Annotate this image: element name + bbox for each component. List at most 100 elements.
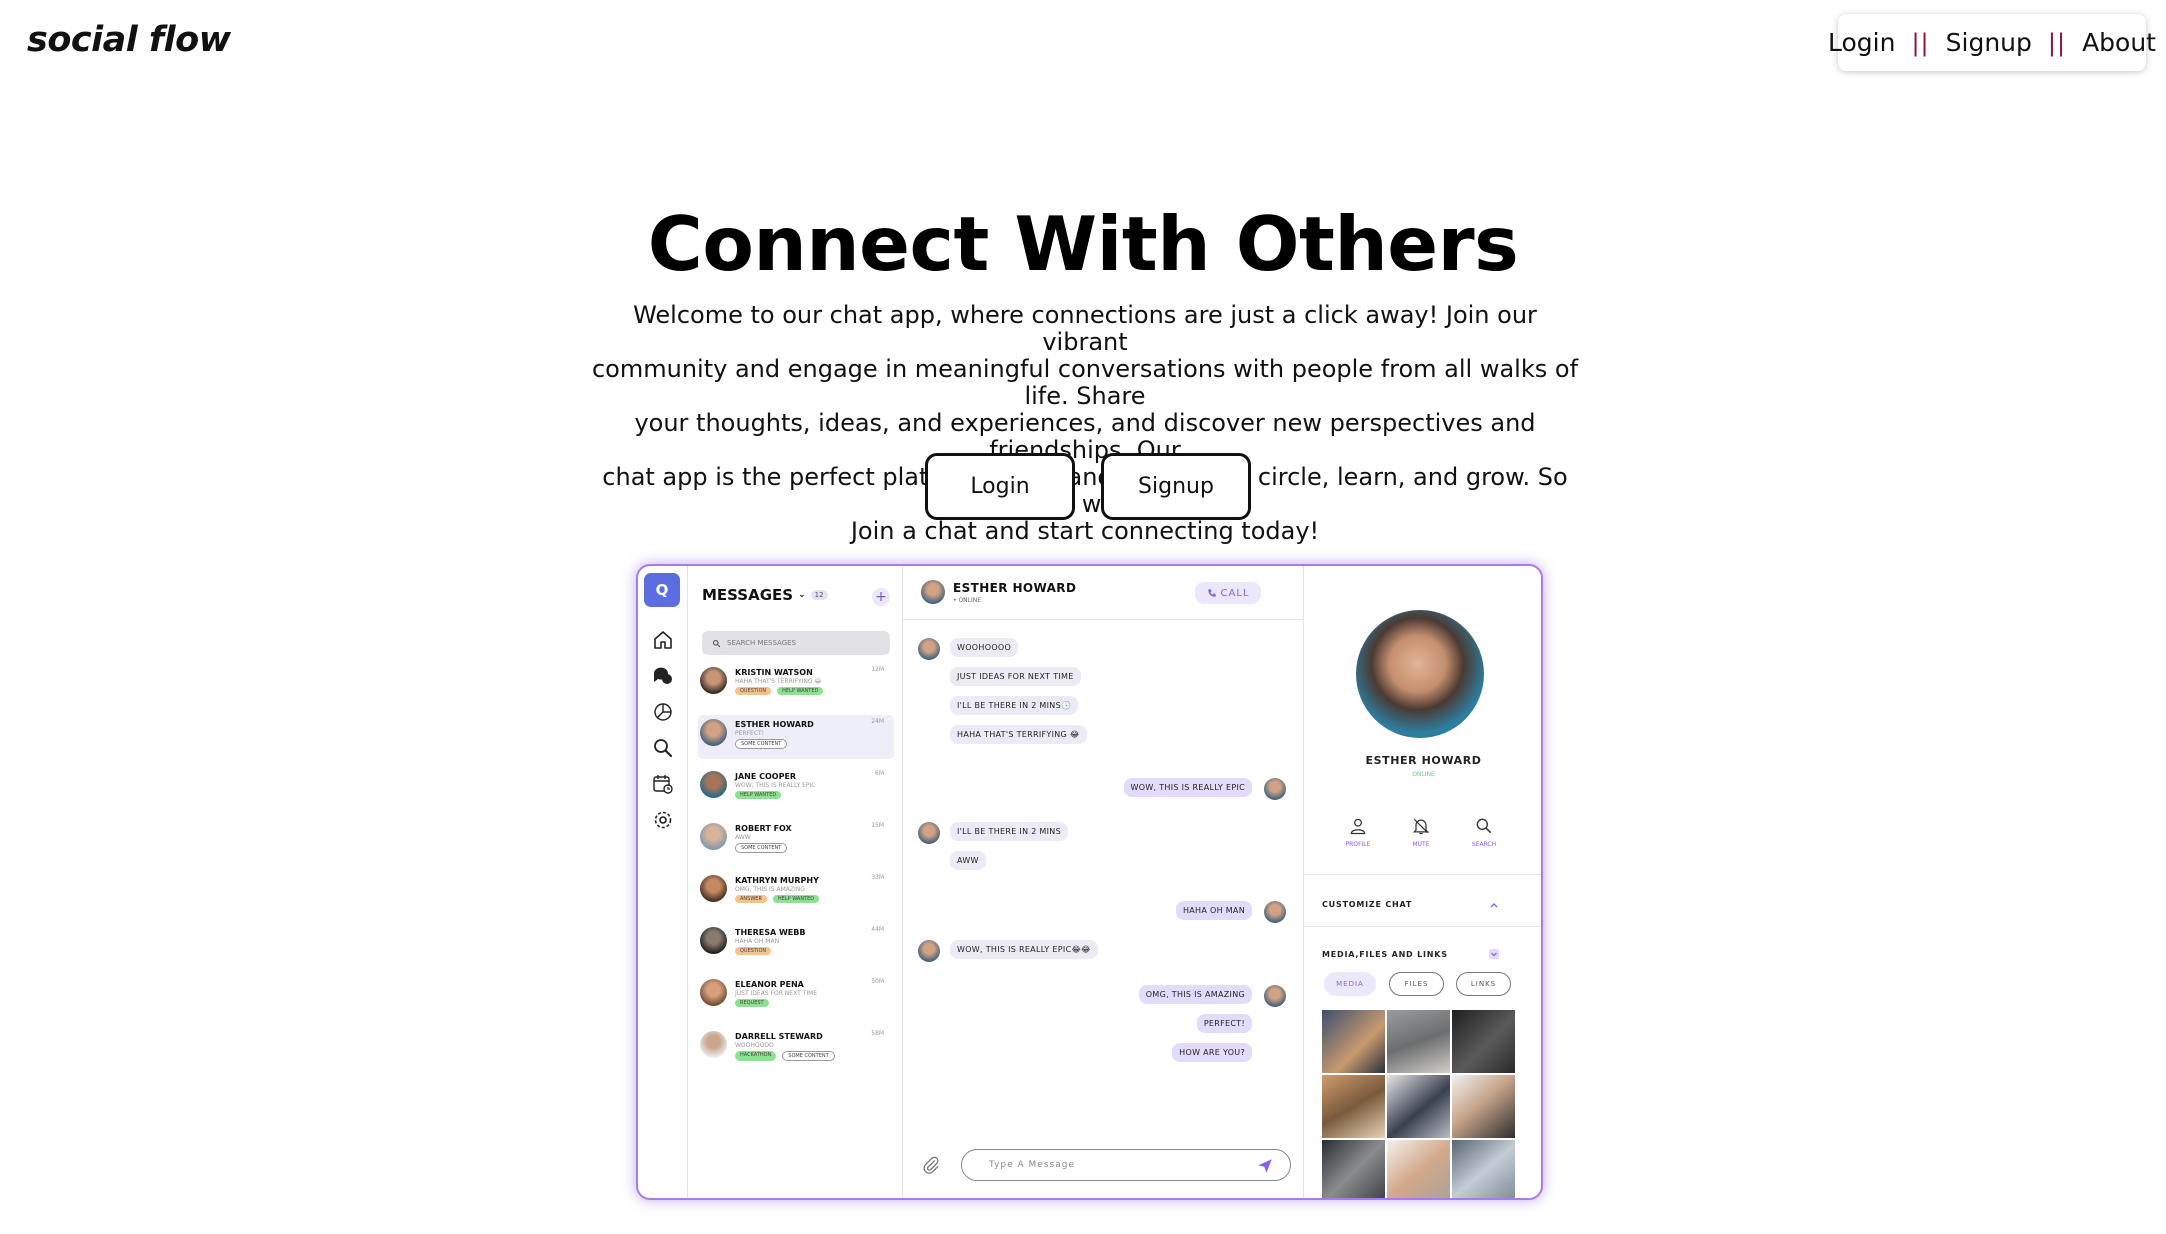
media-thumbnail <box>1452 1075 1515 1138</box>
conversation-time: 33M <box>871 874 884 881</box>
conversation-item: JANE COOPER WOW, THIS IS REALLY EPIC 6M … <box>698 767 894 811</box>
media-thumbnail <box>1387 1140 1450 1198</box>
profile-name: ESTHER HOWARD <box>1365 754 1482 767</box>
conversation-tags: SOME CONTENT <box>735 739 788 749</box>
tag: QUESTION <box>735 687 772 695</box>
conversation-item: KRISTIN WATSON HAHA THAT'S TERRIFYING 😂 … <box>698 663 894 707</box>
conversation-name: KATHRYN MURPHY <box>735 876 819 885</box>
filter-files: FILES <box>1389 972 1444 996</box>
hero-login-button[interactable]: Login <box>925 453 1075 520</box>
conversation-time: 58M <box>871 1030 884 1037</box>
nav-signup-link[interactable]: Signup <box>1946 28 2032 57</box>
media-thumbnail <box>1322 1010 1385 1073</box>
mock-profile-panel: ESTHER HOWARD ONLINE PROFILE MUTE SEARCH… <box>1304 566 1541 1198</box>
hero-description-line: community and engage in meaningful conve… <box>591 355 1579 410</box>
avatar <box>918 940 940 962</box>
conversation-tags: REQUEST <box>735 999 769 1007</box>
chevron-up-icon <box>1490 903 1498 908</box>
messages-title: MESSAGES <box>702 586 794 604</box>
avatar <box>700 927 727 954</box>
customize-chat-title: CUSTOMIZE CHAT <box>1322 900 1413 909</box>
user-icon <box>1350 818 1366 835</box>
chat-message-incoming: I'LL BE THERE IN 2 MINS <box>950 822 1068 841</box>
conversation-tags: ANSWER HELP WANTED <box>735 895 820 903</box>
hero-description: Welcome to our chat app, where connectio… <box>590 302 1580 545</box>
nav-separator: || <box>1911 28 1930 57</box>
hero-description-line: your thoughts, ideas, and experiences, a… <box>634 409 1536 464</box>
search-placeholder: SEARCH MESSAGES <box>727 639 796 647</box>
tag: QUESTION <box>735 947 772 955</box>
home-icon <box>654 631 672 649</box>
tag: REQUEST <box>735 999 769 1007</box>
mock-chat-panel: ESTHER HOWARD • ONLINE CALL WOOHOOOO JUS… <box>903 566 1304 1198</box>
conversation-item: DARRELL STEWARD WOOHOOOO 58M HACKATHON S… <box>698 1027 894 1071</box>
conversation-tags: HELP WANTED <box>735 791 782 799</box>
phone-icon <box>1207 589 1216 597</box>
conversation-preview: OMG, THIS IS AMAZING <box>735 886 805 893</box>
filter-links: LINKS <box>1456 972 1511 996</box>
conversation-tags: HACKATHON SOME CONTENT <box>735 1051 835 1061</box>
chat-message-outgoing: WOW, THIS IS REALLY EPIC <box>1123 778 1252 797</box>
filter-media: MEDIA <box>1324 972 1376 996</box>
hero-title: Connect With Others <box>647 200 1519 288</box>
avatar <box>918 822 940 844</box>
conversation-name: DARRELL STEWARD <box>735 1032 823 1041</box>
avatar <box>700 823 727 850</box>
chevron-down-icon <box>1489 949 1499 959</box>
hero-description-line: Join a chat and start connecting today! <box>850 517 1320 545</box>
conversation-tags: QUESTION <box>735 947 772 955</box>
conversation-preview: HAHA THAT'S TERRIFYING 😂 <box>735 678 822 685</box>
call-label: CALL <box>1220 587 1250 599</box>
tag: HELP WANTED <box>777 687 824 695</box>
messages-header: MESSAGES ⌄ 12 <box>702 586 828 604</box>
conversation-preview: WOOHOOOO <box>735 1042 774 1049</box>
search-icon <box>654 739 673 758</box>
avatar <box>1264 985 1286 1007</box>
hero-description-line: Welcome to our chat app, where connectio… <box>633 301 1537 356</box>
pie-chart-icon <box>654 703 672 721</box>
conversation-time: 12M <box>871 666 884 673</box>
conversation-time: 44M <box>871 926 884 933</box>
avatar <box>921 580 945 604</box>
profile-status: ONLINE <box>1412 771 1435 778</box>
search-action: SEARCH <box>1462 816 1506 848</box>
nav-login-link[interactable]: Login <box>1828 28 1895 57</box>
site-logo[interactable]: social flow <box>27 20 231 60</box>
conversation-item: KATHRYN MURPHY OMG, THIS IS AMAZING 33M … <box>698 871 894 915</box>
mock-icon-rail: Q <box>638 566 688 1198</box>
avatar <box>700 979 727 1006</box>
chat-header: ESTHER HOWARD • ONLINE CALL <box>903 566 1303 620</box>
conversation-time: 6M <box>875 770 884 777</box>
media-section-title: MEDIA,FILES AND LINKS <box>1322 950 1448 959</box>
top-nav: Login || Signup || About <box>1828 14 2156 71</box>
media-thumbnail <box>1387 1010 1450 1073</box>
conversation-name: JANE COOPER <box>735 772 797 781</box>
tag: ANSWER <box>735 895 767 903</box>
search-icon <box>1476 818 1492 834</box>
nav-about-link[interactable]: About <box>2082 28 2156 57</box>
chat-message-incoming: AWW <box>950 851 986 870</box>
avatar <box>700 719 727 746</box>
hero-description-line: chat app is the perfect platform to expa… <box>602 463 1568 518</box>
messages-count-badge: 12 <box>810 590 828 600</box>
conversation-time: 15M <box>871 822 884 829</box>
nav-separator: || <box>2047 28 2067 57</box>
conversation-name: ELEANOR PENA <box>735 980 804 989</box>
avatar <box>1264 778 1286 800</box>
conversation-item: THERESA WEBB HAHA OH MAN 44M QUESTION <box>698 923 894 967</box>
chat-message-incoming: WOOHOOOO <box>950 638 1019 657</box>
tag: HELP WANTED <box>772 895 820 903</box>
app-preview-mockup: Q MESSAGES ⌄ 12 + SEARCH MESSAGES KRISTI… <box>636 564 1543 1200</box>
avatar <box>700 667 727 694</box>
conversation-item: ESTHER HOWARD PERFECT! 24M SOME CONTENT <box>698 715 894 759</box>
chat-message-incoming: WOW, THIS IS REALLY EPIC😂😂 <box>950 940 1098 959</box>
message-composer: Type A Message <box>921 1149 1291 1181</box>
chat-message-incoming: HAHA THAT'S TERRIFYING 😂 <box>950 725 1087 744</box>
media-thumbnail <box>1387 1075 1450 1138</box>
bell-off-icon <box>1412 818 1430 835</box>
conversation-item: ROBERT FOX AWW 15M SOME CONTENT <box>698 819 894 863</box>
mute-action-label: MUTE <box>1412 841 1430 848</box>
message-placeholder: Type A Message <box>989 1160 1075 1170</box>
mock-app-logo: Q <box>644 573 680 607</box>
hero-signup-button[interactable]: Signup <box>1101 453 1251 520</box>
